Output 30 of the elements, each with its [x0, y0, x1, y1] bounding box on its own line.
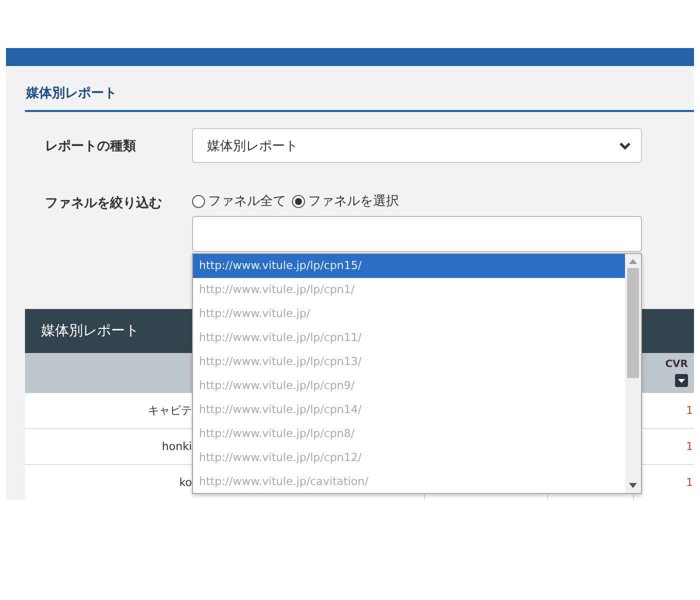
table-cell: honki	[162, 440, 192, 453]
search-field[interactable]	[192, 216, 642, 252]
table-title: 媒体別レポート	[41, 322, 139, 340]
table-cell: キャビテ	[148, 403, 192, 418]
scrollbar[interactable]	[625, 254, 641, 493]
field-label: レポートの種類	[44, 138, 137, 154]
dropdown-item[interactable]: http://www.vitule.jp/lp/cpn12/	[193, 446, 625, 470]
table-cell: 1	[686, 440, 693, 453]
scroll-down-icon[interactable]	[629, 483, 637, 489]
dropdown-item[interactable]: http://www.vitule.jp/lp/cpn8/	[193, 422, 625, 446]
table-cell: 1	[686, 476, 693, 489]
radio-option[interactable]: ファネルを選択	[292, 192, 399, 210]
field-label: ファネルを絞り込む	[44, 194, 163, 212]
table-cell: ko	[179, 476, 192, 489]
dropdown-item[interactable]: http://www.vitule.jp/lp/cpn13/	[193, 350, 625, 374]
dropdown-item[interactable]: http://www.vitule.jp/lp/cpn14/	[193, 398, 625, 422]
dropdown-item[interactable]: http://www.vitule.jp/lp/cpn1/	[193, 278, 625, 302]
dropdown-item[interactable]: http://www.vitule.jp/	[193, 302, 625, 326]
dropdown-item[interactable]: http://www.vitule.jp/cavitation/	[193, 470, 625, 493]
sort-icon[interactable]	[675, 374, 688, 387]
report-type-select[interactable]: 媒体別レポート	[192, 128, 642, 163]
table-cell: 1	[686, 404, 693, 417]
column-header: CVR	[665, 359, 688, 370]
dropdown-item[interactable]: http://www.vitule.jp/lp/cpn11/	[193, 326, 625, 350]
section-title: 媒体別レポート	[25, 66, 694, 112]
dropdown-item[interactable]: http://www.vitule.jp/lp/cpn9/	[193, 374, 625, 398]
radio-option[interactable]: ファネル全て	[192, 192, 286, 210]
scroll-up-icon[interactable]	[629, 258, 637, 264]
chevron-icon	[619, 142, 631, 150]
dropdown-item[interactable]: http://www.vitule.jp/lp/cpn15/	[193, 254, 625, 278]
